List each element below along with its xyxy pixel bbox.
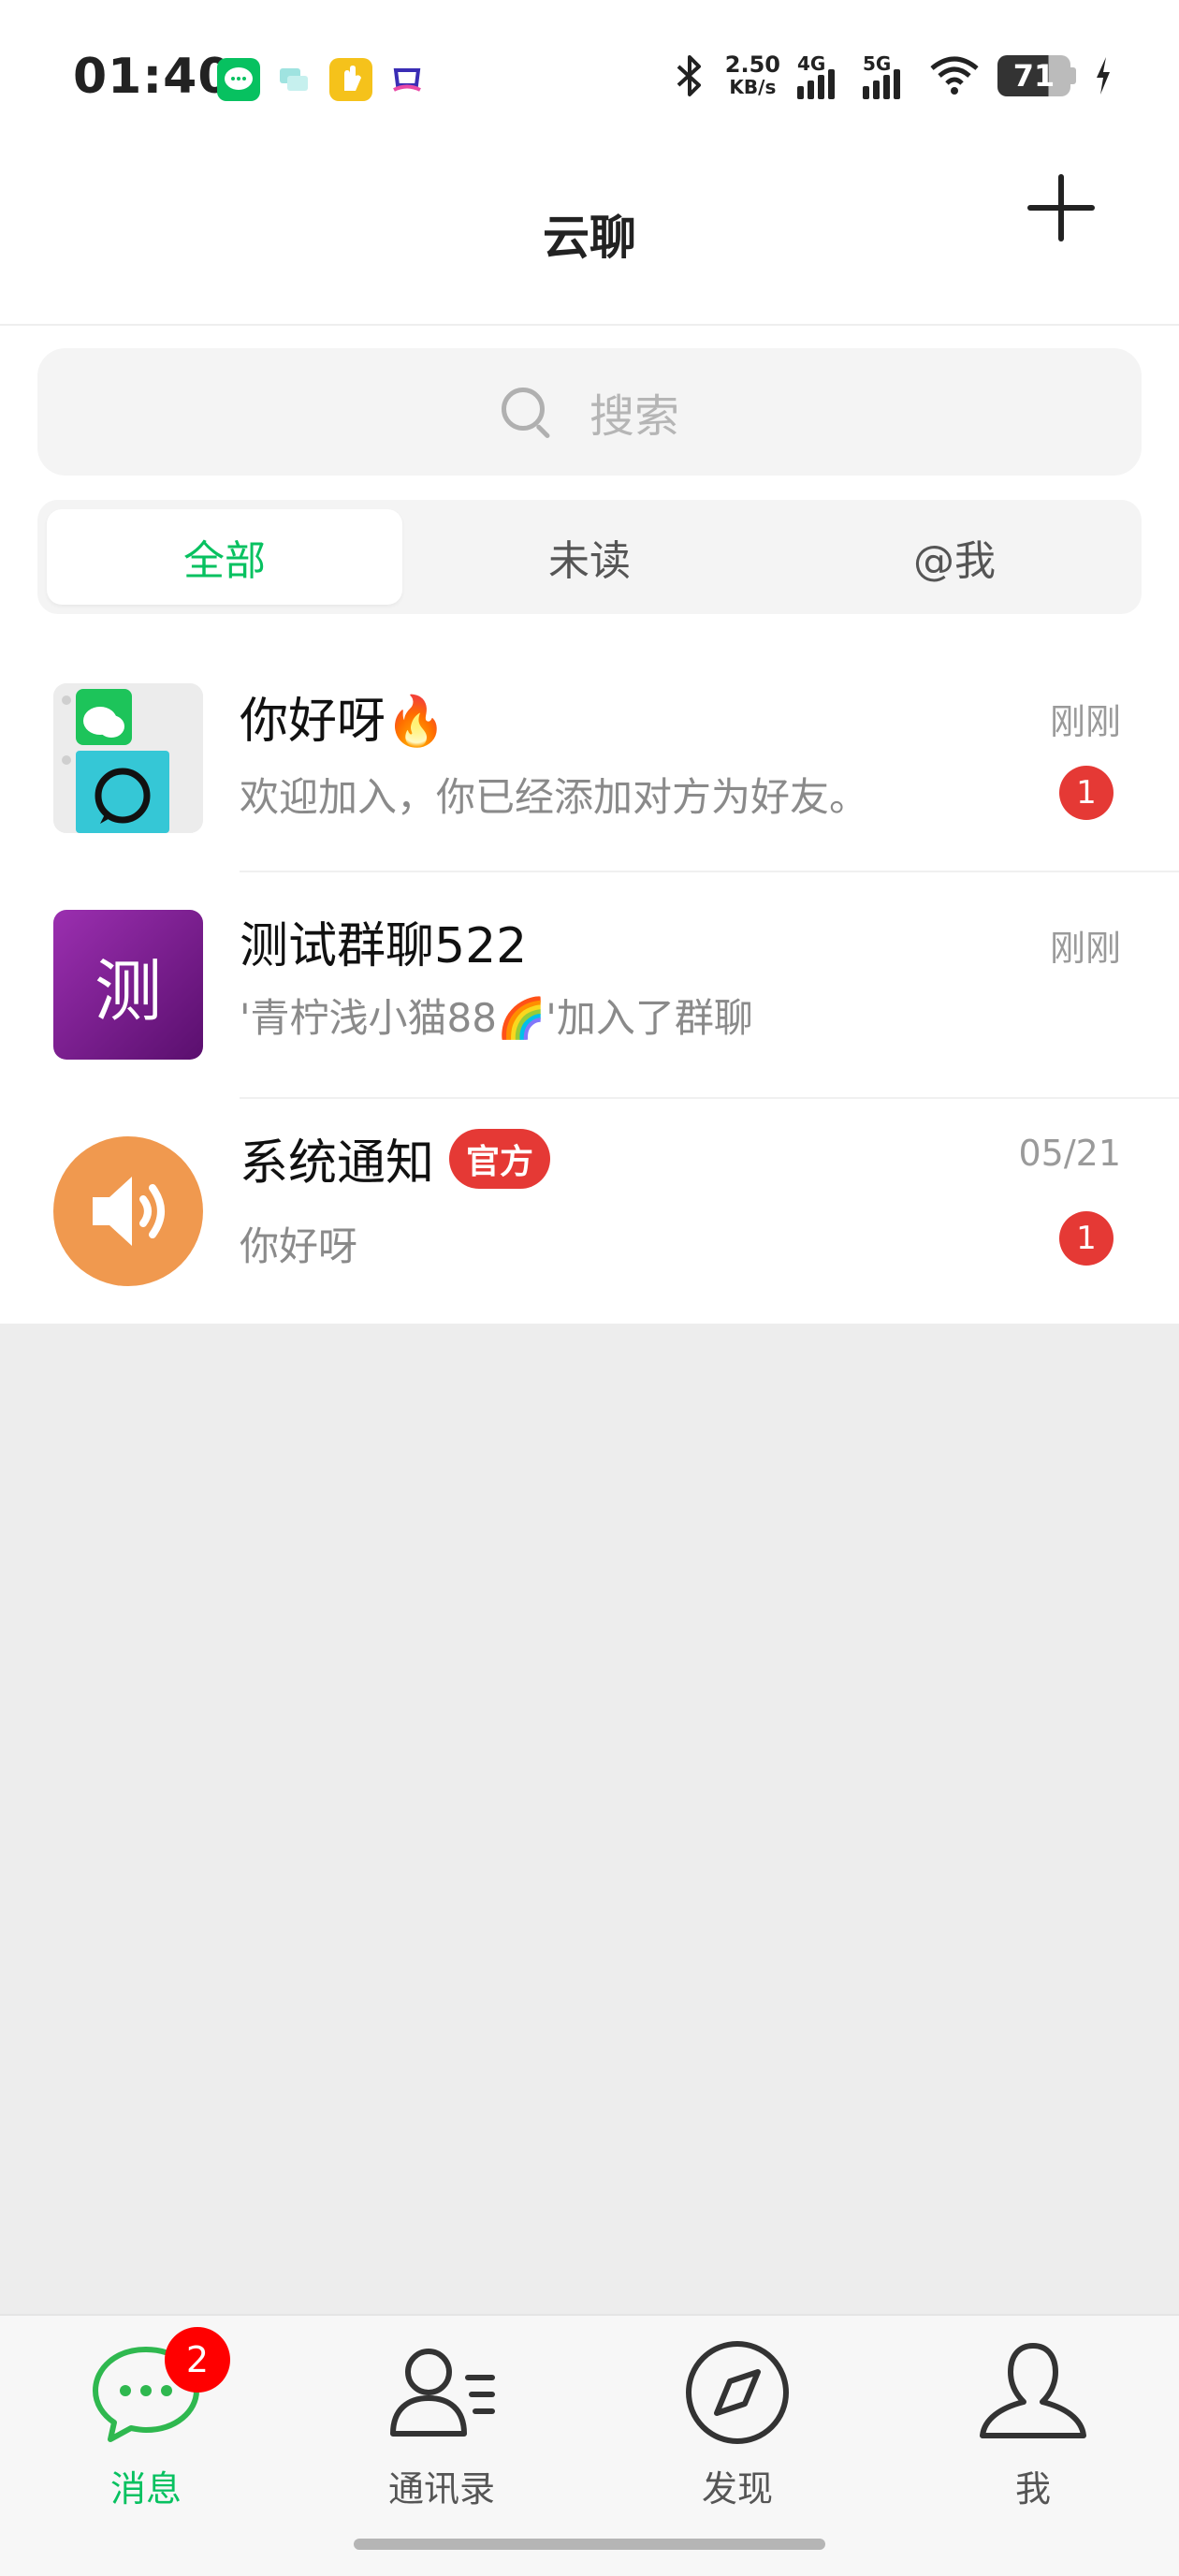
page: 01:40 2.50 KB/s 4G 5G 71 云聊 搜索 全部 未读 @我 … [0,0,1179,2576]
nav-label: 通讯录 [387,2468,495,2510]
game-app-icon [386,58,429,101]
avatar [53,683,203,833]
tab-unread[interactable]: 未读 [412,509,767,605]
net-speed-unit: KB/s [729,76,777,98]
battery-level: 71 [997,55,1070,96]
chat-name-text: 系统通知 [240,1135,435,1192]
chat-app-icon [217,58,260,101]
contacts-icon [386,2336,498,2449]
chat-time: 刚刚 [1049,701,1121,742]
battery-icon: 71 [997,55,1076,96]
nav-item-contacts[interactable]: 通讯录 [348,2336,535,2524]
bluetooth-icon [677,55,701,96]
official-badge: 官方 [449,1128,551,1189]
net-speed-value: 2.50 [724,51,780,78]
chat-last-message: 你好呀 [240,1223,358,1269]
status-right: 2.50 KB/s 4G 5G 71 [671,52,1114,99]
chat-item[interactable]: 系统通知 官方 你好呀 05/21 1 [0,1099,1179,1324]
chat-item[interactable]: 测 测试群聊522 '青柠浅小猫88🌈'加入了群聊 刚刚 [0,872,1179,1099]
status-bar: 01:40 2.50 KB/s 4G 5G 71 [0,0,1179,140]
chat-name: 系统通知 官方 [240,1123,551,1193]
filter-tabs: 全部 未读 @我 [37,500,1142,614]
compass-icon [681,2336,793,2449]
bottom-nav: 2 消息 通讯录 发现 我 [0,2314,1179,2576]
nav-item-discover[interactable]: 发现 [644,2336,831,2524]
chat-bubble-icon: 2 [90,2327,230,2449]
nav-item-messages[interactable]: 2 消息 [52,2327,240,2524]
avatar-text: 测 [94,951,162,1031]
home-indicator[interactable] [354,2539,825,2550]
nav-label: 消息 [109,2468,182,2510]
sim1-signal-icon: 4G [797,52,846,99]
hand-app-icon [329,58,372,101]
chat-last-message: 欢迎加入，你已经添加对方为好友。 [240,774,869,820]
sim2-signal-icon: 5G [863,52,911,99]
wifi-icon [930,56,979,95]
tab-all[interactable]: 全部 [47,509,402,605]
status-time: 01:40 [73,49,233,105]
chat-item[interactable]: 你好呀🔥 欢迎加入，你已经添加对方为好友。 刚刚 1 [0,646,1179,872]
speaker-icon [93,1177,165,1246]
avatar: 测 [53,910,203,1060]
chat-last-message: '青柠浅小猫88🌈'加入了群聊 [240,995,753,1041]
unread-badge: 1 [1059,766,1114,820]
chat-time: 05/21 [1018,1133,1121,1174]
chat-time: 刚刚 [1049,928,1121,969]
tab-mentions[interactable]: @我 [777,509,1132,605]
plus-icon[interactable] [1018,165,1104,251]
chat-name-text: 你好呀🔥 [240,694,446,750]
net-speed: 2.50 KB/s [725,53,780,98]
chat-name-text: 测试群聊522 [240,918,528,974]
nav-label: 我 [1014,2468,1051,2510]
unread-badge: 1 [1059,1211,1114,1266]
chat-list: 你好呀🔥 欢迎加入，你已经添加对方为好友。 刚刚 1 测 测试群聊522 '青柠… [0,646,1179,1324]
search-input[interactable]: 搜索 [37,348,1142,476]
nav-unread-badge: 2 [165,2327,230,2393]
avatar [53,1136,203,1286]
title-bar: 云聊 [0,140,1179,326]
notification-icons [217,58,429,101]
sim1-label: 4G [797,52,826,75]
search-icon [500,386,552,439]
message-app-icon [273,58,316,101]
page-title: 云聊 [543,211,636,265]
search-area: 搜索 全部 未读 @我 [0,326,1179,646]
nav-item-me[interactable]: 我 [939,2336,1127,2524]
search-placeholder: 搜索 [589,390,679,443]
user-icon [977,2336,1089,2449]
nav-label: 发现 [701,2468,773,2510]
sim2-label: 5G [863,52,892,75]
chat-name: 测试群聊522 [240,906,527,976]
charging-icon [1097,57,1110,95]
chat-name: 你好呀🔥 [240,681,446,752]
